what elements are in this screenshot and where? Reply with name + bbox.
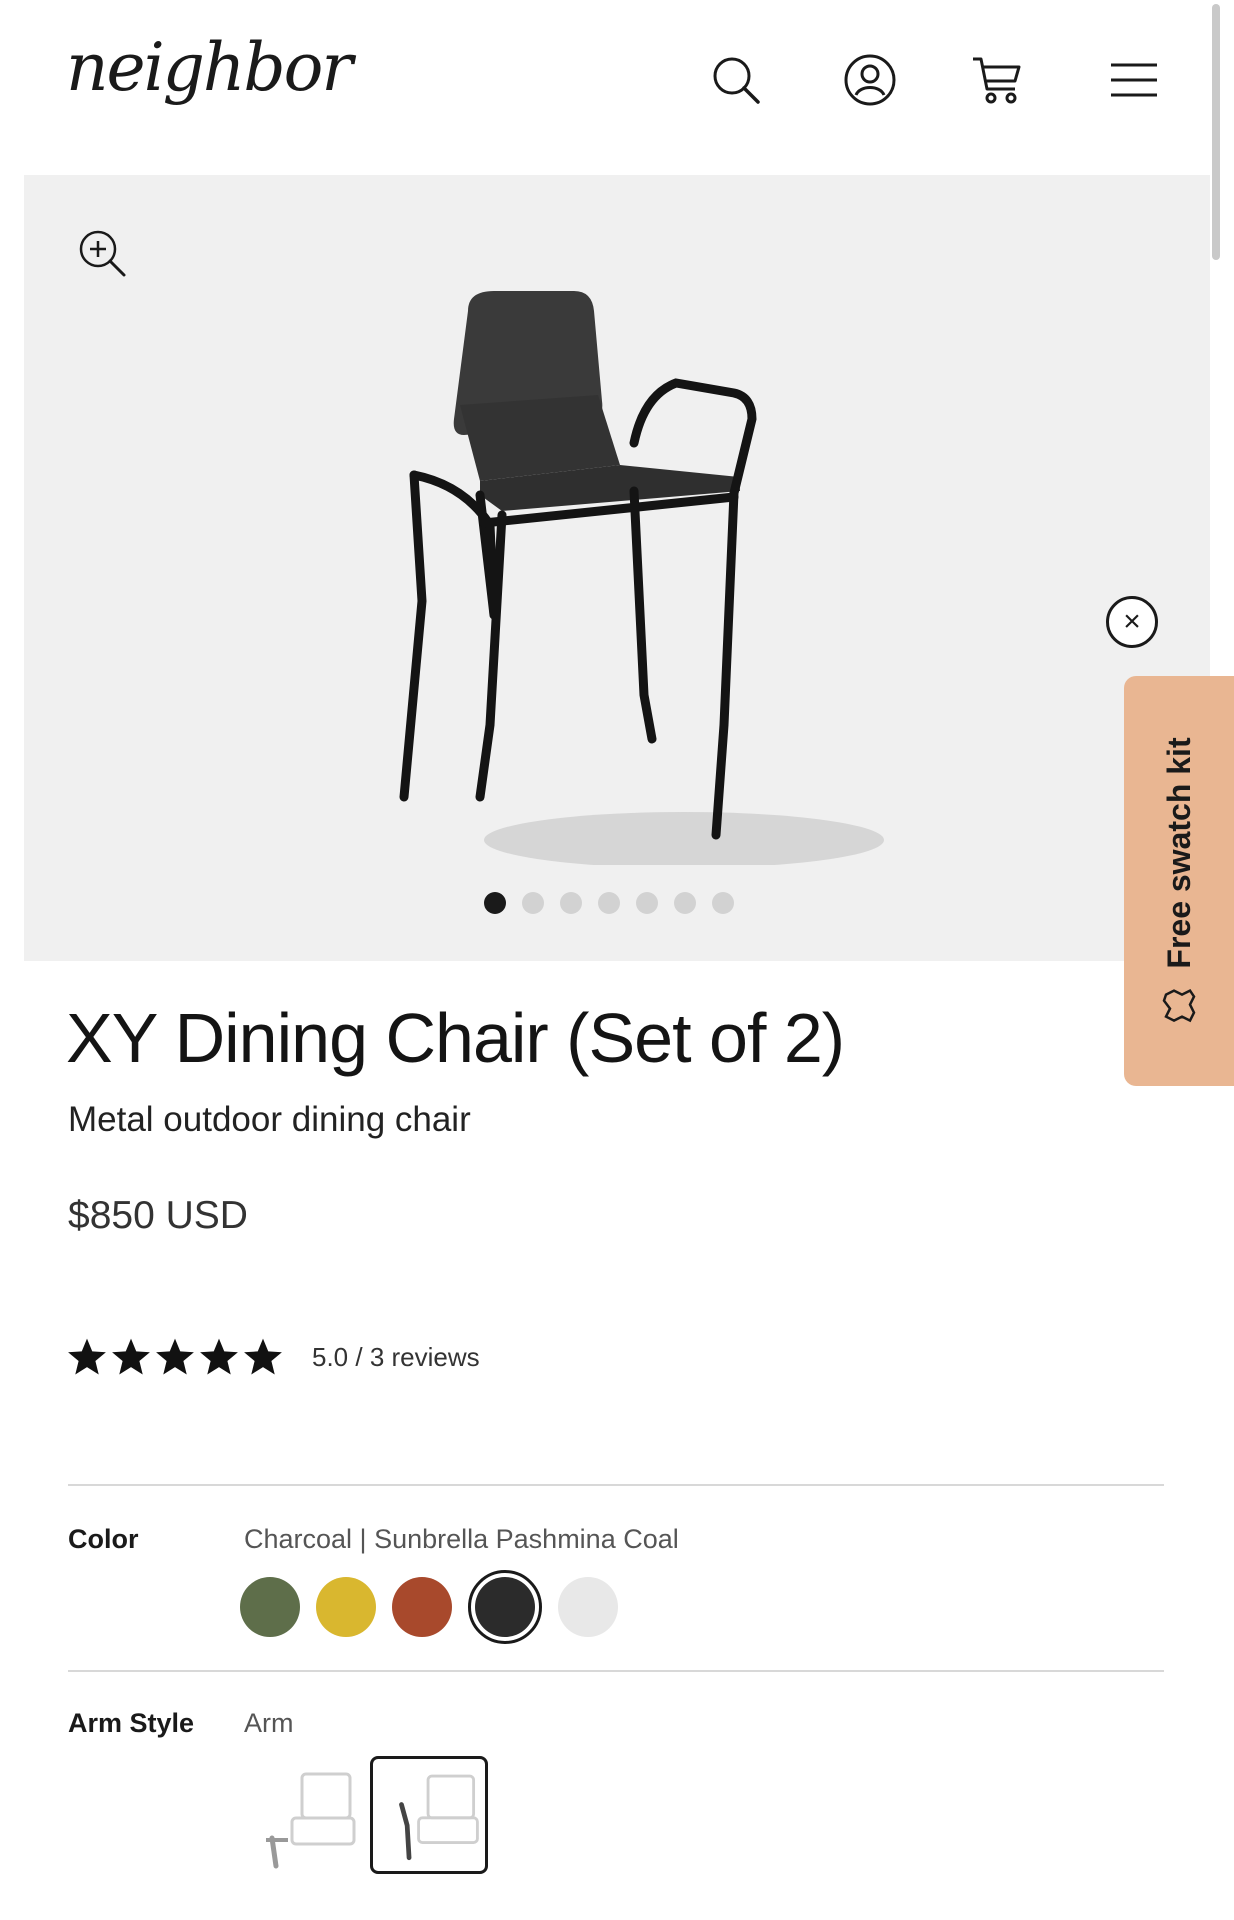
gallery-dot[interactable]: [484, 892, 506, 914]
account-icon[interactable]: [838, 48, 902, 112]
color-swatch[interactable]: [240, 1577, 300, 1637]
rating-summary: 5.0 / 3 reviews: [312, 1341, 480, 1372]
arm-style-option-value: Arm: [244, 1708, 294, 1738]
gallery-dot[interactable]: [560, 892, 582, 914]
gallery-dot[interactable]: [522, 892, 544, 914]
color-swatch: [475, 1577, 535, 1637]
arm-style-choices: [244, 1756, 488, 1874]
arm-style-option[interactable]: [244, 1756, 362, 1874]
product-image-chair: [399, 291, 884, 865]
color-swatch-list: [240, 1570, 618, 1644]
star-icon: [244, 1338, 282, 1375]
product-rating[interactable]: 5.0 / 3 reviews: [66, 1336, 480, 1378]
arm-style-option-label: Arm Style: [68, 1708, 195, 1738]
color-option-label: Color: [68, 1524, 139, 1554]
close-icon[interactable]: ×: [1106, 596, 1158, 648]
star-icon: [156, 1338, 194, 1375]
site-header: neighbor: [0, 0, 1234, 170]
product-image-gallery[interactable]: [24, 175, 1210, 961]
color-swatch[interactable]: [316, 1577, 376, 1637]
gallery-dot[interactable]: [598, 892, 620, 914]
arm-style-option[interactable]: [370, 1756, 488, 1874]
color-swatch[interactable]: [392, 1577, 452, 1637]
gallery-pagination: [484, 890, 734, 916]
product-subtitle: Metal outdoor dining chair: [68, 1100, 471, 1139]
divider: [68, 1670, 1164, 1672]
swatch-kit-label: Free swatch kit: [1160, 737, 1197, 969]
gallery-dot[interactable]: [674, 892, 696, 914]
page-scrollbar[interactable]: [1212, 4, 1220, 260]
armless-chair-icon: [266, 1772, 356, 1869]
selected-color-swatch[interactable]: [468, 1570, 542, 1644]
neighbor-logo[interactable]: neighbor: [62, 18, 372, 148]
divider: [68, 1484, 1164, 1486]
gallery-dot[interactable]: [712, 892, 734, 914]
menu-icon[interactable]: [1102, 48, 1166, 112]
free-swatch-kit-tab[interactable]: Free swatch kit: [1124, 676, 1234, 1086]
star-icon: [68, 1338, 106, 1375]
arm-chair-icon: [399, 1774, 479, 1861]
star-rating: [66, 1336, 284, 1378]
product-title: XY Dining Chair (Set of 2): [66, 999, 845, 1077]
star-icon: [200, 1338, 238, 1375]
color-option-value: Charcoal | Sunbrella Pashmina Coal: [244, 1524, 679, 1554]
product-price: $850 USD: [68, 1194, 248, 1237]
svg-text:neighbor: neighbor: [66, 29, 356, 106]
color-swatch[interactable]: [558, 1577, 618, 1637]
cart-icon[interactable]: [966, 48, 1030, 112]
search-icon[interactable]: [704, 48, 768, 112]
gallery-dot[interactable]: [636, 892, 658, 914]
zoom-in-icon[interactable]: [72, 223, 134, 285]
star-icon: [112, 1338, 150, 1375]
fabric-swatch-icon: [1162, 988, 1196, 1023]
